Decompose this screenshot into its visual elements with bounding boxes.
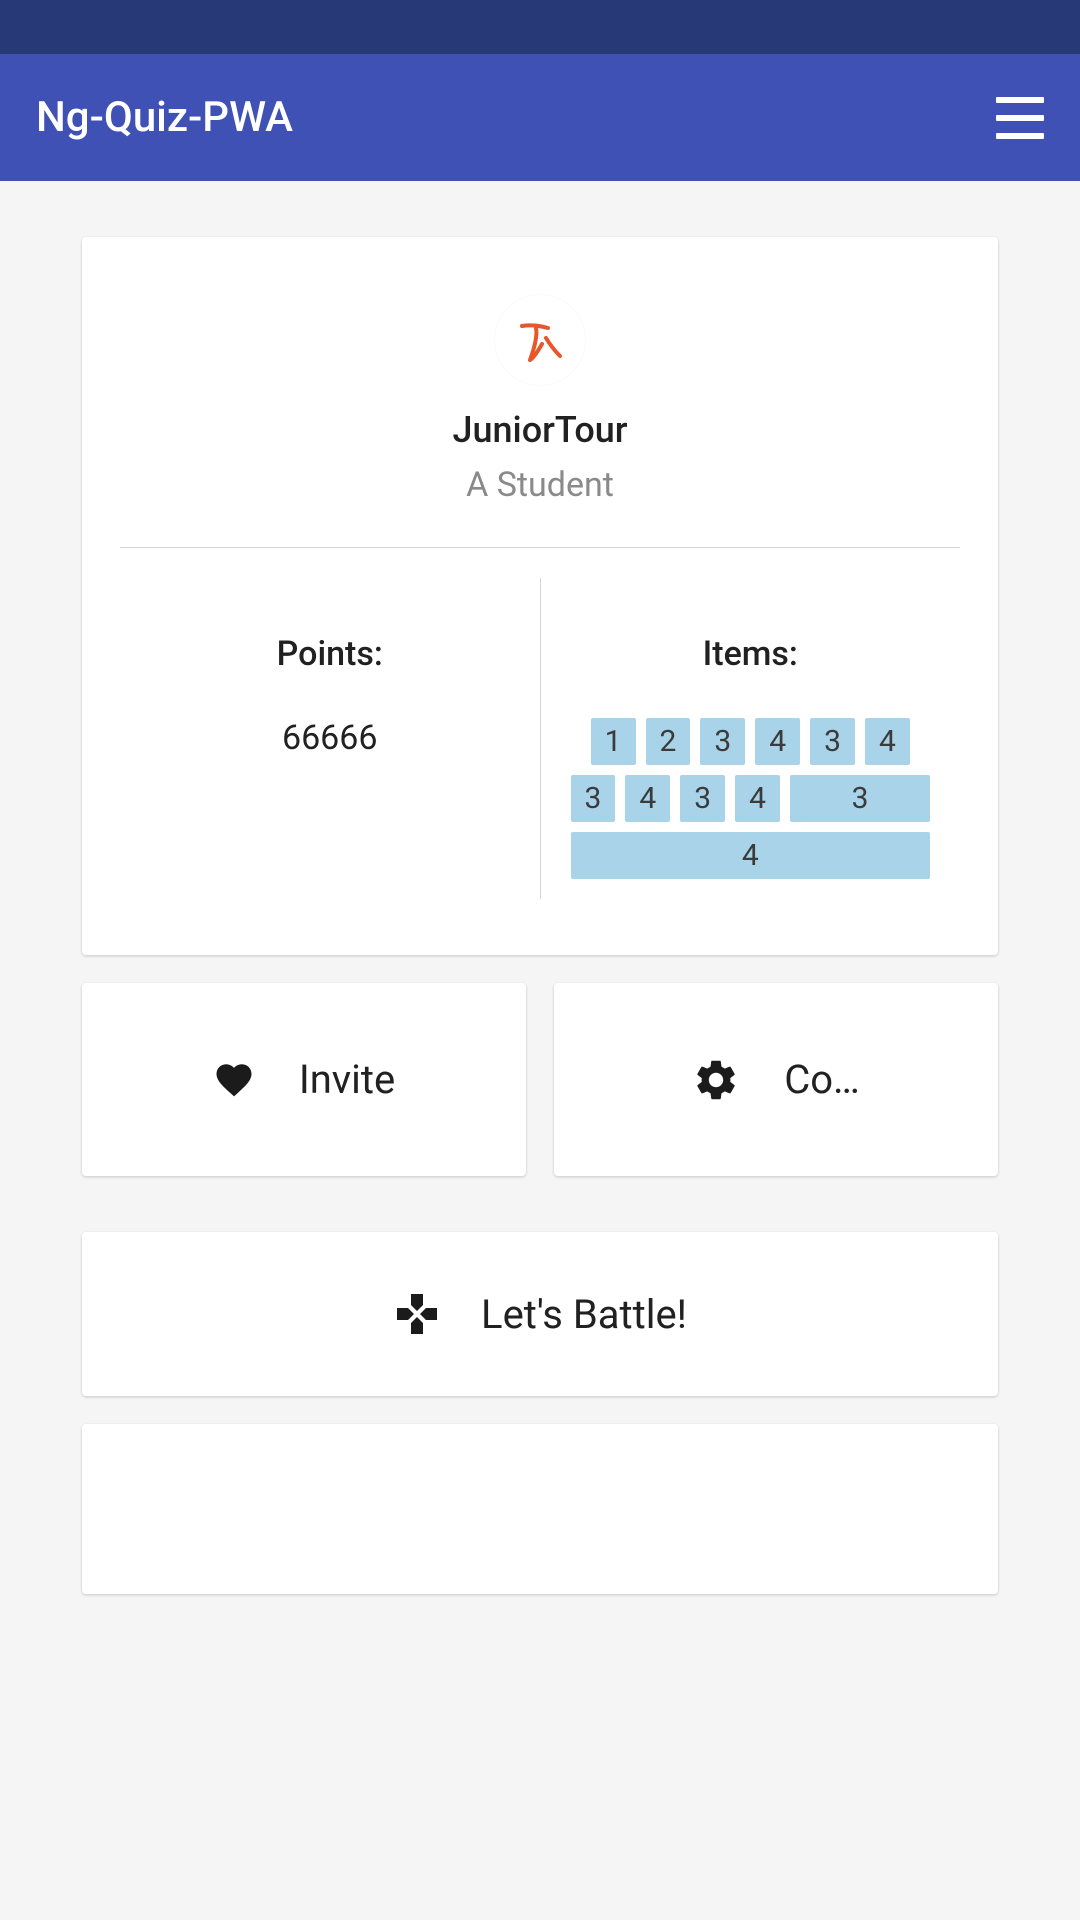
item-chip[interactable]: 2 xyxy=(646,718,691,765)
gear-icon xyxy=(692,1056,740,1104)
item-chip[interactable]: 4 xyxy=(755,718,800,765)
items-column: Items: 1 2 3 4 3 4 3 4 3 4 3 4 xyxy=(541,578,961,899)
app-bar: Ng-Quiz-PWA xyxy=(0,54,1080,181)
config-button[interactable]: Co… xyxy=(554,983,998,1176)
invite-label: Invite xyxy=(299,1056,395,1103)
item-chip[interactable]: 3 xyxy=(790,775,930,822)
item-chip[interactable]: 3 xyxy=(680,775,725,822)
avatar xyxy=(495,295,585,385)
divider xyxy=(120,547,960,548)
items-label: Items: xyxy=(561,634,941,674)
item-chip[interactable]: 4 xyxy=(625,775,670,822)
items-list: 1 2 3 4 3 4 3 4 3 4 3 4 xyxy=(561,718,941,879)
invite-button[interactable]: Invite xyxy=(82,983,526,1176)
config-label: Co… xyxy=(784,1056,860,1103)
heart-icon xyxy=(213,1059,255,1101)
item-chip[interactable]: 3 xyxy=(810,718,855,765)
battle-button[interactable]: Let's Battle! xyxy=(82,1232,998,1396)
points-column: Points: 66666 xyxy=(120,578,541,899)
placeholder-card xyxy=(82,1424,998,1594)
main-content: JuniorTour A Student Points: 66666 Items… xyxy=(0,181,1080,1594)
item-chip[interactable]: 1 xyxy=(591,718,636,765)
avatar-glyph-icon xyxy=(508,308,572,372)
item-chip[interactable]: 3 xyxy=(571,775,616,822)
battle-label: Let's Battle! xyxy=(481,1291,687,1338)
actions-row: Invite Co… xyxy=(82,983,998,1204)
item-chip[interactable]: 3 xyxy=(700,718,745,765)
profile-card: JuniorTour A Student Points: 66666 Items… xyxy=(82,237,998,955)
item-chip[interactable]: 4 xyxy=(865,718,910,765)
app-title: Ng-Quiz-PWA xyxy=(36,93,293,142)
gamepad-icon xyxy=(393,1290,441,1338)
user-subtitle: A Student xyxy=(120,465,960,505)
points-value: 66666 xyxy=(140,718,520,758)
status-bar xyxy=(0,0,1080,54)
points-label: Points: xyxy=(140,634,520,674)
item-chip[interactable]: 4 xyxy=(735,775,780,822)
item-chip[interactable]: 4 xyxy=(571,832,931,879)
hamburger-menu-icon[interactable] xyxy=(996,97,1044,139)
stats-row: Points: 66666 Items: 1 2 3 4 3 4 3 4 3 4… xyxy=(120,578,960,899)
username: JuniorTour xyxy=(120,409,960,451)
